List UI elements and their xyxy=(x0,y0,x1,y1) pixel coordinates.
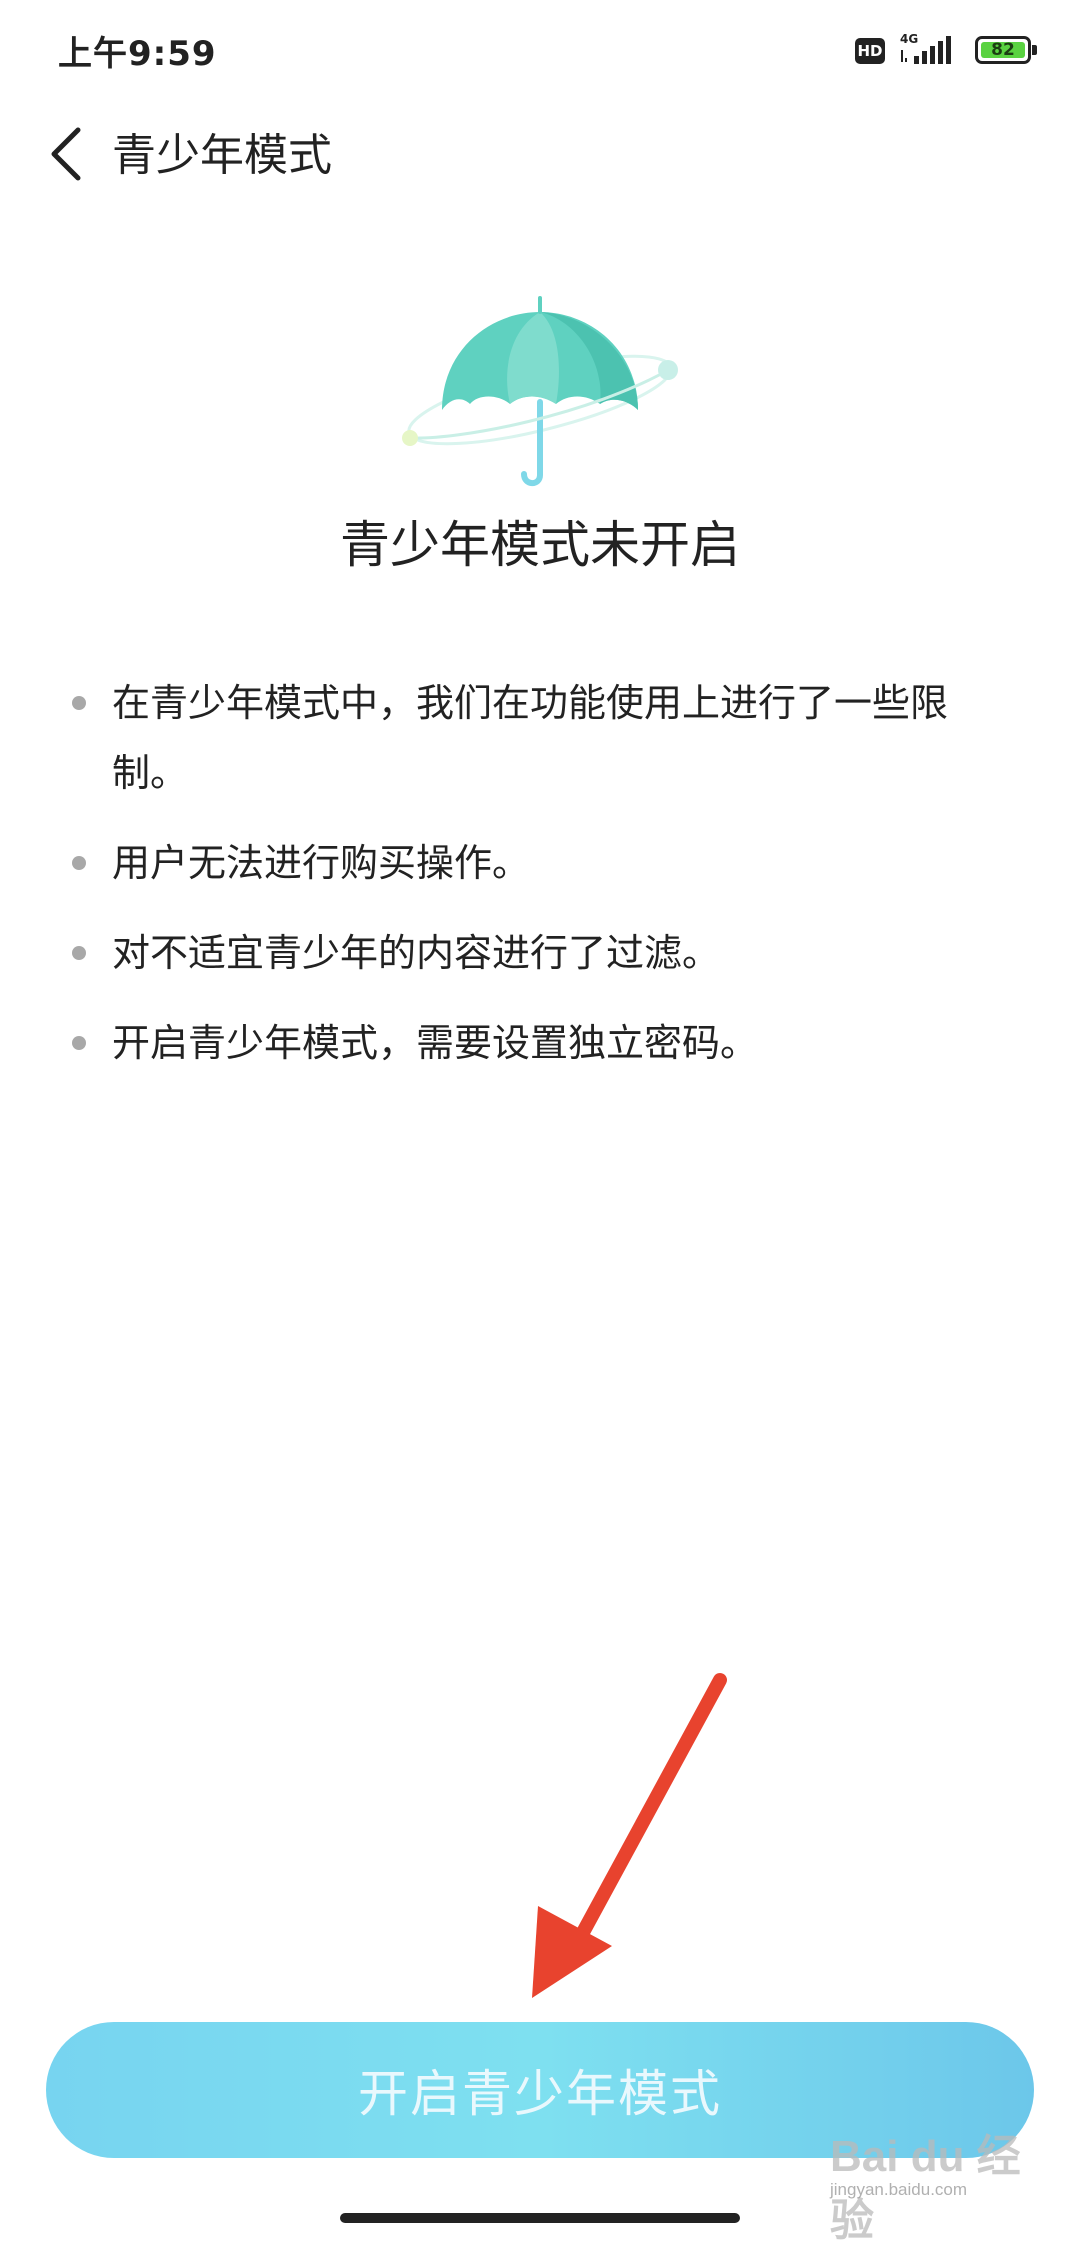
list-item-text: 用户无法进行购买操作。 xyxy=(112,841,531,885)
red-arrow-icon xyxy=(532,1673,727,1998)
status-bar: 上午9:59 HD 4G 82 xyxy=(0,0,1080,100)
list-item-text: 对不适宜青少年的内容进行了过滤。 xyxy=(112,931,721,975)
hd-badge: HD xyxy=(855,38,885,64)
bullet-icon xyxy=(72,856,86,870)
header: 青少年模式 xyxy=(0,100,1080,210)
list-item-text: 在青少年模式中，我们在功能使用上进行了一些限制。 xyxy=(112,681,949,795)
list-item: 开启青少年模式，需要设置独立密码。 xyxy=(70,1008,1020,1078)
home-indicator[interactable] xyxy=(340,2213,740,2223)
watermark-url: jingyan.baidu.com xyxy=(830,2180,968,2199)
network-label: 4G xyxy=(900,32,918,46)
page-title: 青少年模式 xyxy=(112,130,332,181)
chevron-left-icon xyxy=(51,127,81,181)
list-item-text: 开启青少年模式，需要设置独立密码。 xyxy=(112,1021,759,1065)
list-item: 对不适宜青少年的内容进行了过滤。 xyxy=(70,918,1020,988)
enable-button-label: 开启青少年模式 xyxy=(358,2065,722,2123)
umbrella-icon xyxy=(402,296,678,487)
bullet-icon xyxy=(72,696,86,710)
watermark: Bai du 经验 jingyan.baidu.com xyxy=(830,2120,1060,2245)
bullet-icon xyxy=(72,946,86,960)
back-button[interactable] xyxy=(36,116,96,192)
list-item: 用户无法进行购买操作。 xyxy=(70,828,1020,898)
battery-level: 82 xyxy=(981,42,1025,59)
battery-icon: 82 xyxy=(975,36,1037,64)
bullet-icon xyxy=(72,1036,86,1050)
status-time: 上午9:59 xyxy=(58,34,217,74)
list-item: 在青少年模式中，我们在功能使用上进行了一些限制。 xyxy=(70,668,1020,808)
status-heading: 青少年模式未开启 xyxy=(340,516,740,574)
signal-icon: 4G xyxy=(900,32,951,64)
info-list: 在青少年模式中，我们在功能使用上进行了一些限制。 用户无法进行购买操作。 对不适… xyxy=(70,668,1020,1098)
